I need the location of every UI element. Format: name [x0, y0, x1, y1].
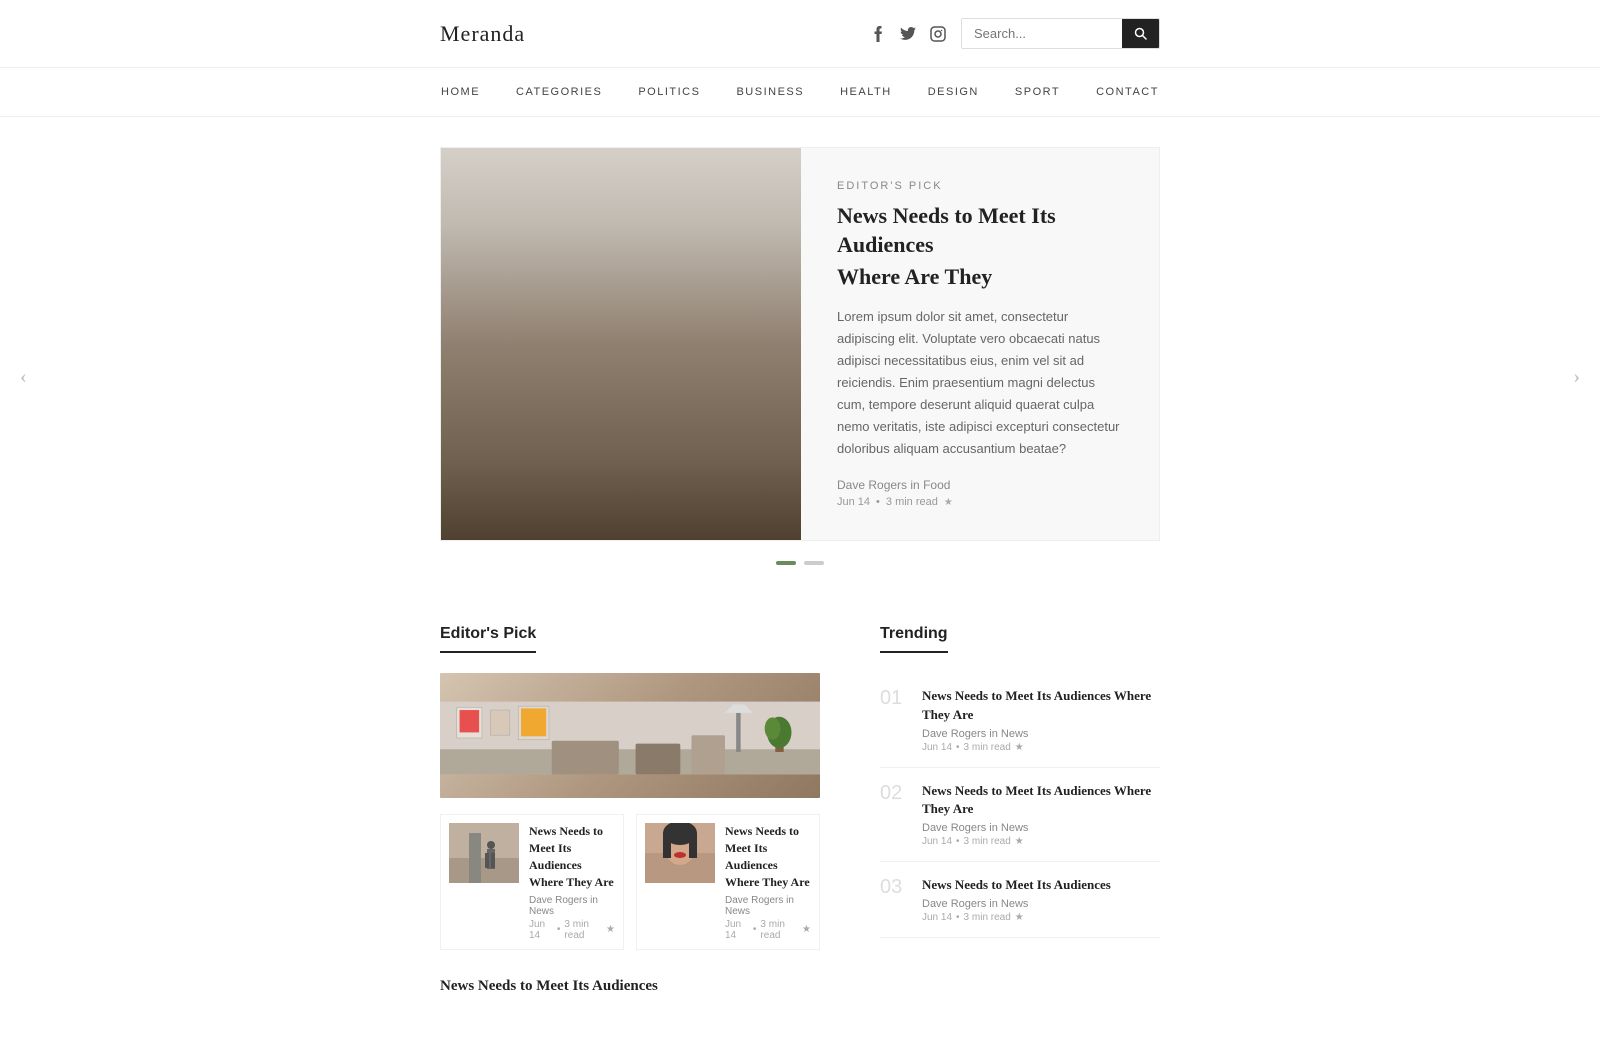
trending-number-1: 01: [880, 687, 908, 752]
nav-business[interactable]: BUSINESS: [736, 86, 804, 98]
editors-pick-section: Editor's Pick: [440, 625, 820, 996]
pick-small-image-2: [645, 823, 715, 883]
facebook-icon[interactable]: [869, 25, 887, 43]
pick-small-title-2: News Needs to Meet Its Audiences Where T…: [725, 823, 811, 890]
nav-design[interactable]: DESIGN: [928, 86, 979, 98]
site-header: Meranda: [0, 0, 1600, 68]
pick-small-title-1: News Needs to Meet Its Audiences Where T…: [529, 823, 615, 890]
pick-grid: News Needs to Meet Its Audiences Where T…: [440, 673, 820, 996]
pick-small-card-2: News Needs to Meet Its Audiences Where T…: [636, 814, 820, 949]
trending-content-3: News Needs to Meet Its Audiences Dave Ro…: [922, 876, 1160, 923]
featured-content: EDITOR'S PICK News Needs to Meet Its Aud…: [801, 148, 1159, 540]
trending-list: 01 News Needs to Meet Its Audiences Wher…: [880, 673, 1160, 938]
pick-small-image-1: [449, 823, 519, 883]
featured-author: Dave Rogers in Food: [837, 478, 1123, 492]
featured-card: EDITOR'S PICK News Needs to Meet Its Aud…: [440, 147, 1160, 541]
editors-pick-label: EDITOR'S PICK: [837, 180, 1123, 192]
star-icon-2: ★: [802, 924, 811, 935]
trending-article-title-2[interactable]: News Needs to Meet Its Audiences Where T…: [922, 782, 1160, 818]
main-content: Editor's Pick: [0, 615, 1600, 1036]
search-wrapper: [961, 18, 1160, 49]
star-icon-1: ★: [606, 924, 615, 935]
trending-article-title-1[interactable]: News Needs to Meet Its Audiences Where T…: [922, 687, 1160, 723]
star-icon: ★: [944, 497, 953, 508]
carousel-dot-2[interactable]: [804, 561, 824, 565]
star-icon-t2: ★: [1015, 836, 1024, 847]
trending-author-1: Dave Rogers in News: [922, 728, 1160, 740]
search-input[interactable]: [962, 19, 1122, 48]
pick-bottom-title: News Needs to Meet Its Audiences: [440, 976, 820, 997]
pick-small-content-1: News Needs to Meet Its Audiences Where T…: [529, 823, 615, 940]
featured-title-sub: Where Are They: [837, 263, 1123, 292]
site-logo[interactable]: Meranda: [440, 21, 525, 47]
pick-small-content-2: News Needs to Meet Its Audiences Where T…: [725, 823, 811, 940]
trending-number-3: 03: [880, 876, 908, 923]
trending-author-2: Dave Rogers in News: [922, 822, 1160, 834]
carousel-dot-1[interactable]: [776, 561, 796, 565]
carousel-dots: [440, 541, 1160, 595]
nav-home[interactable]: HOME: [441, 86, 480, 98]
pick-small-row: News Needs to Meet Its Audiences Where T…: [440, 814, 820, 949]
nav-health[interactable]: HEALTH: [840, 86, 892, 98]
pick-large-image: [440, 673, 820, 798]
social-icons: [869, 25, 947, 43]
pick-small-meta-2: Jun 14 • 3 min read ★: [725, 919, 811, 941]
carousel-prev-arrow[interactable]: ‹: [20, 365, 27, 388]
pick-small-author-1: Dave Rogers in News: [529, 895, 615, 917]
carousel-next-arrow[interactable]: ›: [1573, 365, 1580, 388]
twitter-icon[interactable]: [899, 25, 917, 43]
main-nav: HOME CATEGORIES POLITICS BUSINESS HEALTH…: [0, 68, 1600, 117]
editors-pick-title: Editor's Pick: [440, 625, 536, 653]
pick-small-meta-1: Jun 14 • 3 min read ★: [529, 919, 615, 941]
pick-small-card-1: News Needs to Meet Its Audiences Where T…: [440, 814, 624, 949]
trending-meta-1: Jun 14 • 3 min read ★: [922, 742, 1160, 753]
nav-contact[interactable]: CONTACT: [1096, 86, 1159, 98]
trending-author-3: Dave Rogers in News: [922, 898, 1160, 910]
featured-description: Lorem ipsum dolor sit amet, consectetur …: [837, 306, 1123, 461]
trending-meta-3: Jun 14 • 3 min read ★: [922, 912, 1160, 923]
trending-item-3: 03 News Needs to Meet Its Audiences Dave…: [880, 862, 1160, 938]
star-icon-t3: ★: [1015, 912, 1024, 923]
pick-small-author-2: Dave Rogers in News: [725, 895, 811, 917]
featured-meta: Jun 14 • 3 min read ★: [837, 496, 1123, 508]
trending-title: Trending: [880, 625, 948, 653]
trending-content-1: News Needs to Meet Its Audiences Where T…: [922, 687, 1160, 752]
star-icon-t1: ★: [1015, 742, 1024, 753]
nav-categories[interactable]: CATEGORIES: [516, 86, 602, 98]
carousel-section: EDITOR'S PICK News Needs to Meet Its Aud…: [0, 117, 1600, 615]
nav-sport[interactable]: SPORT: [1015, 86, 1060, 98]
trending-meta-2: Jun 14 • 3 min read ★: [922, 836, 1160, 847]
nav-politics[interactable]: POLITICS: [638, 86, 700, 98]
trending-article-title-3[interactable]: News Needs to Meet Its Audiences: [922, 876, 1160, 894]
trending-item-1: 01 News Needs to Meet Its Audiences Wher…: [880, 673, 1160, 767]
featured-image: [441, 148, 801, 540]
search-button[interactable]: [1122, 19, 1159, 48]
trending-section: Trending 01 News Needs to Meet Its Audie…: [880, 625, 1160, 996]
instagram-icon[interactable]: [929, 25, 947, 43]
featured-title-main: News Needs to Meet Its Audiences: [837, 202, 1123, 259]
header-right: [869, 18, 1160, 49]
trending-number-2: 02: [880, 782, 908, 847]
trending-item-2: 02 News Needs to Meet Its Audiences Wher…: [880, 768, 1160, 862]
trending-content-2: News Needs to Meet Its Audiences Where T…: [922, 782, 1160, 847]
